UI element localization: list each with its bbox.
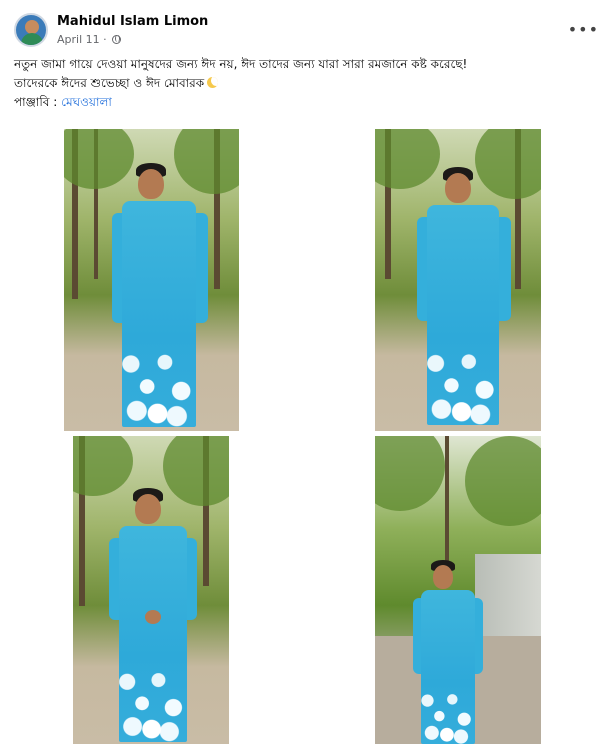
person (108, 163, 208, 431)
photo-1[interactable] (64, 129, 239, 431)
kurta-cloud-print (122, 336, 196, 427)
post-date[interactable]: April 11 (57, 33, 100, 46)
person-kurta (427, 205, 499, 425)
photo-cell-4[interactable] (308, 436, 613, 744)
avatar-face (25, 20, 39, 34)
photo-grid (0, 129, 613, 744)
photo-cell-2[interactable] (308, 129, 613, 434)
globe-icon[interactable] (112, 35, 122, 44)
crescent-moon-icon (207, 77, 219, 88)
post-text-line-2: তাদেরকে ঈদের শুভেচ্ছা ও ঈদ মোবারক (14, 74, 599, 93)
photo-3[interactable] (73, 436, 229, 744)
photo-2[interactable] (375, 129, 541, 431)
facebook-post: Mahidul Islam Limon April 11 · ••• নতুন … (0, 0, 613, 744)
kurta-cloud-print (119, 655, 187, 742)
person-head (445, 173, 471, 203)
person-head (138, 169, 164, 199)
kurta-cloud-print (427, 337, 499, 425)
post-text-line-3-prefix: পাঞ্জাবি : (14, 95, 62, 109)
person (105, 488, 201, 744)
brand-link[interactable]: মেঘওয়ালা (61, 95, 112, 109)
person-kurta (421, 590, 475, 744)
photo-cell-3[interactable] (0, 436, 305, 744)
kurta-cloud-print (421, 682, 475, 744)
post-text: নতুন জামা গায়ে দেওয়া মানুষদের জন্য ঈদ … (14, 55, 599, 112)
avatar-body (21, 33, 43, 45)
person-head (433, 565, 453, 589)
person (413, 167, 513, 431)
more-options-button[interactable]: ••• (568, 20, 599, 39)
post-meta: April 11 · (57, 33, 122, 46)
person-head (135, 494, 161, 524)
person-kurta (119, 526, 187, 742)
person-kurta (122, 201, 196, 427)
photo-4[interactable] (375, 436, 541, 744)
date-separator: · (99, 33, 111, 46)
photo-cell-1[interactable] (0, 129, 305, 434)
person (409, 560, 487, 744)
post-text-line-1: নতুন জামা গায়ে দেওয়া মানুষদের জন্য ঈদ … (14, 57, 468, 71)
tree-trunk (445, 436, 449, 576)
person-hands (145, 610, 161, 624)
author-name[interactable]: Mahidul Islam Limon (57, 14, 208, 29)
post-text-line-2-content: তাদেরকে ঈদের শুভেচ্ছা ও ঈদ মোবারক (14, 76, 205, 90)
author-avatar[interactable] (14, 13, 48, 47)
post-text-line-3: পাঞ্জাবি : মেঘওয়ালা (14, 93, 599, 112)
post-header: Mahidul Islam Limon April 11 · ••• (14, 13, 599, 49)
